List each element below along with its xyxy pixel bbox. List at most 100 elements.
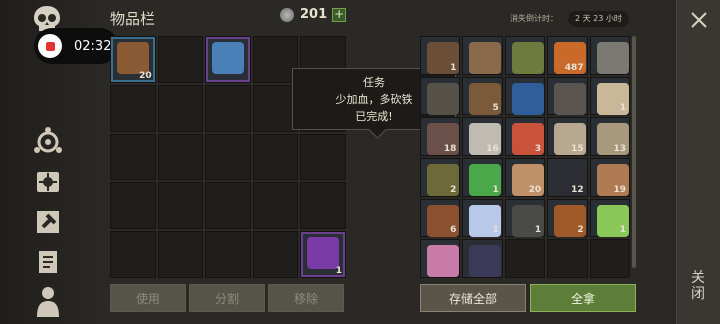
inventory-slot[interactable] [205, 231, 251, 278]
container-slot[interactable] [589, 239, 630, 278]
container-slot[interactable]: 20 [504, 158, 546, 197]
spear-icon [596, 42, 629, 74]
container-slot[interactable] [462, 36, 503, 75]
container-slot[interactable]: 1 [462, 158, 503, 197]
inventory-slot[interactable] [205, 84, 251, 132]
container-slot[interactable]: 15 [547, 117, 588, 156]
store-all-button[interactable]: 存储全部 [420, 284, 526, 312]
container-slot[interactable]: 2 [420, 158, 461, 197]
container-slot[interactable] [547, 76, 588, 116]
container-slot[interactable] [462, 239, 503, 278]
container-slot[interactable]: 5 [462, 76, 503, 116]
leather-flask-icon [117, 42, 149, 74]
inventory-slot[interactable] [252, 182, 299, 230]
container-slot[interactable] [547, 239, 588, 278]
container-slot[interactable] [420, 239, 461, 278]
build-hammer-icon[interactable] [30, 204, 66, 240]
item-quantity: 15 [571, 144, 584, 154]
split-button[interactable]: 分割 [189, 284, 265, 312]
glowing-halberd-icon [212, 42, 245, 74]
inventory-slot[interactable] [157, 133, 204, 181]
currency: 201 + [280, 7, 347, 22]
stop-record-icon[interactable] [38, 34, 62, 58]
expire-label: 消失倒计时： [510, 14, 558, 23]
container-slot[interactable]: 2 [547, 198, 588, 238]
container-slot[interactable] [420, 76, 461, 116]
remove-button[interactable]: 移除 [268, 284, 344, 312]
inventory-slot[interactable]: 1 [300, 231, 346, 278]
container-slot[interactable] [504, 36, 546, 75]
armor-gloves-icon [554, 82, 587, 115]
inventory-slot[interactable] [300, 133, 346, 181]
inventory-slot[interactable] [110, 182, 156, 230]
dark-orb-icon [469, 245, 502, 278]
inventory-slot[interactable] [110, 133, 156, 181]
item-quantity: 1 [619, 103, 626, 114]
axe-icon [469, 42, 502, 74]
close-label[interactable]: 关闭 [691, 270, 709, 302]
item-quantity: 1 [492, 225, 499, 236]
item-quantity: 6 [450, 225, 457, 236]
container-slot[interactable]: 1 [504, 198, 546, 238]
container-slot[interactable]: 1 [462, 198, 503, 238]
take-all-button[interactable]: 全拿 [530, 284, 636, 312]
inventory-slot[interactable] [157, 182, 204, 230]
pickaxe-icon [427, 82, 459, 115]
inventory-slot[interactable] [157, 84, 204, 132]
container-slot[interactable]: 12 [547, 158, 588, 197]
add-currency-button[interactable]: + [332, 7, 347, 22]
container-scrollbar[interactable] [632, 36, 636, 268]
item-quantity: 2 [577, 225, 584, 236]
item-quantity: 1 [492, 184, 499, 195]
inventory-slot[interactable] [205, 36, 251, 83]
container-slot[interactable]: 1 [589, 76, 630, 116]
item-quantity: 5 [492, 103, 499, 114]
inventory-slot[interactable] [205, 182, 251, 230]
inventory-slot[interactable] [157, 231, 204, 278]
compass-icon[interactable] [30, 124, 66, 160]
container-slot[interactable]: 16 [462, 117, 503, 156]
item-quantity: 20 [139, 70, 152, 81]
inventory-slot[interactable]: 20 [110, 36, 156, 83]
container-slot[interactable] [504, 76, 546, 116]
crafting-scroll-icon[interactable] [30, 164, 66, 200]
quest-scroll-icon[interactable] [30, 244, 66, 280]
screen-recorder[interactable]: 02:32 [34, 28, 118, 64]
item-quantity: 13 [613, 144, 626, 154]
inventory-slot[interactable] [157, 36, 204, 83]
item-quantity: 3 [534, 144, 542, 154]
purple-potion-icon [307, 237, 340, 270]
inventory-title: 物品栏 [110, 10, 156, 28]
inventory-slot[interactable] [205, 133, 251, 181]
item-quantity: 1 [335, 265, 342, 276]
close-panel[interactable]: 关闭 [676, 0, 720, 324]
item-quantity: 19 [613, 184, 626, 195]
container-slot[interactable]: 3 [504, 117, 546, 156]
inventory-slot[interactable] [110, 231, 156, 278]
record-timer: 02:32 [74, 38, 112, 54]
item-quantity: 1 [619, 225, 626, 236]
item-quantity: 487 [564, 62, 584, 73]
item-quantity: 1 [534, 225, 542, 236]
item-quantity: 16 [486, 144, 499, 154]
inventory-slot[interactable] [300, 182, 346, 230]
container-slot[interactable]: 18 [420, 117, 461, 156]
container-slot[interactable]: 1 [420, 36, 461, 75]
container-slot[interactable]: 19 [589, 158, 630, 197]
container-slot[interactable]: 487 [547, 36, 588, 75]
item-quantity: 20 [528, 184, 542, 195]
use-button[interactable]: 使用 [110, 284, 186, 312]
inventory-slot[interactable] [110, 84, 156, 132]
container-slot[interactable]: 1 [589, 198, 630, 238]
container-slot[interactable]: 13 [589, 117, 630, 156]
close-icon[interactable] [689, 10, 709, 30]
inventory-slot[interactable] [252, 133, 299, 181]
container-slot[interactable] [589, 36, 630, 75]
creature-head-icon [511, 42, 544, 74]
container-slot[interactable]: 6 [420, 198, 461, 238]
inventory-slot[interactable] [252, 231, 299, 278]
blue-book-icon [511, 82, 544, 115]
character-icon[interactable] [30, 284, 66, 320]
container-slot[interactable] [504, 239, 546, 278]
item-quantity: 18 [443, 144, 457, 154]
